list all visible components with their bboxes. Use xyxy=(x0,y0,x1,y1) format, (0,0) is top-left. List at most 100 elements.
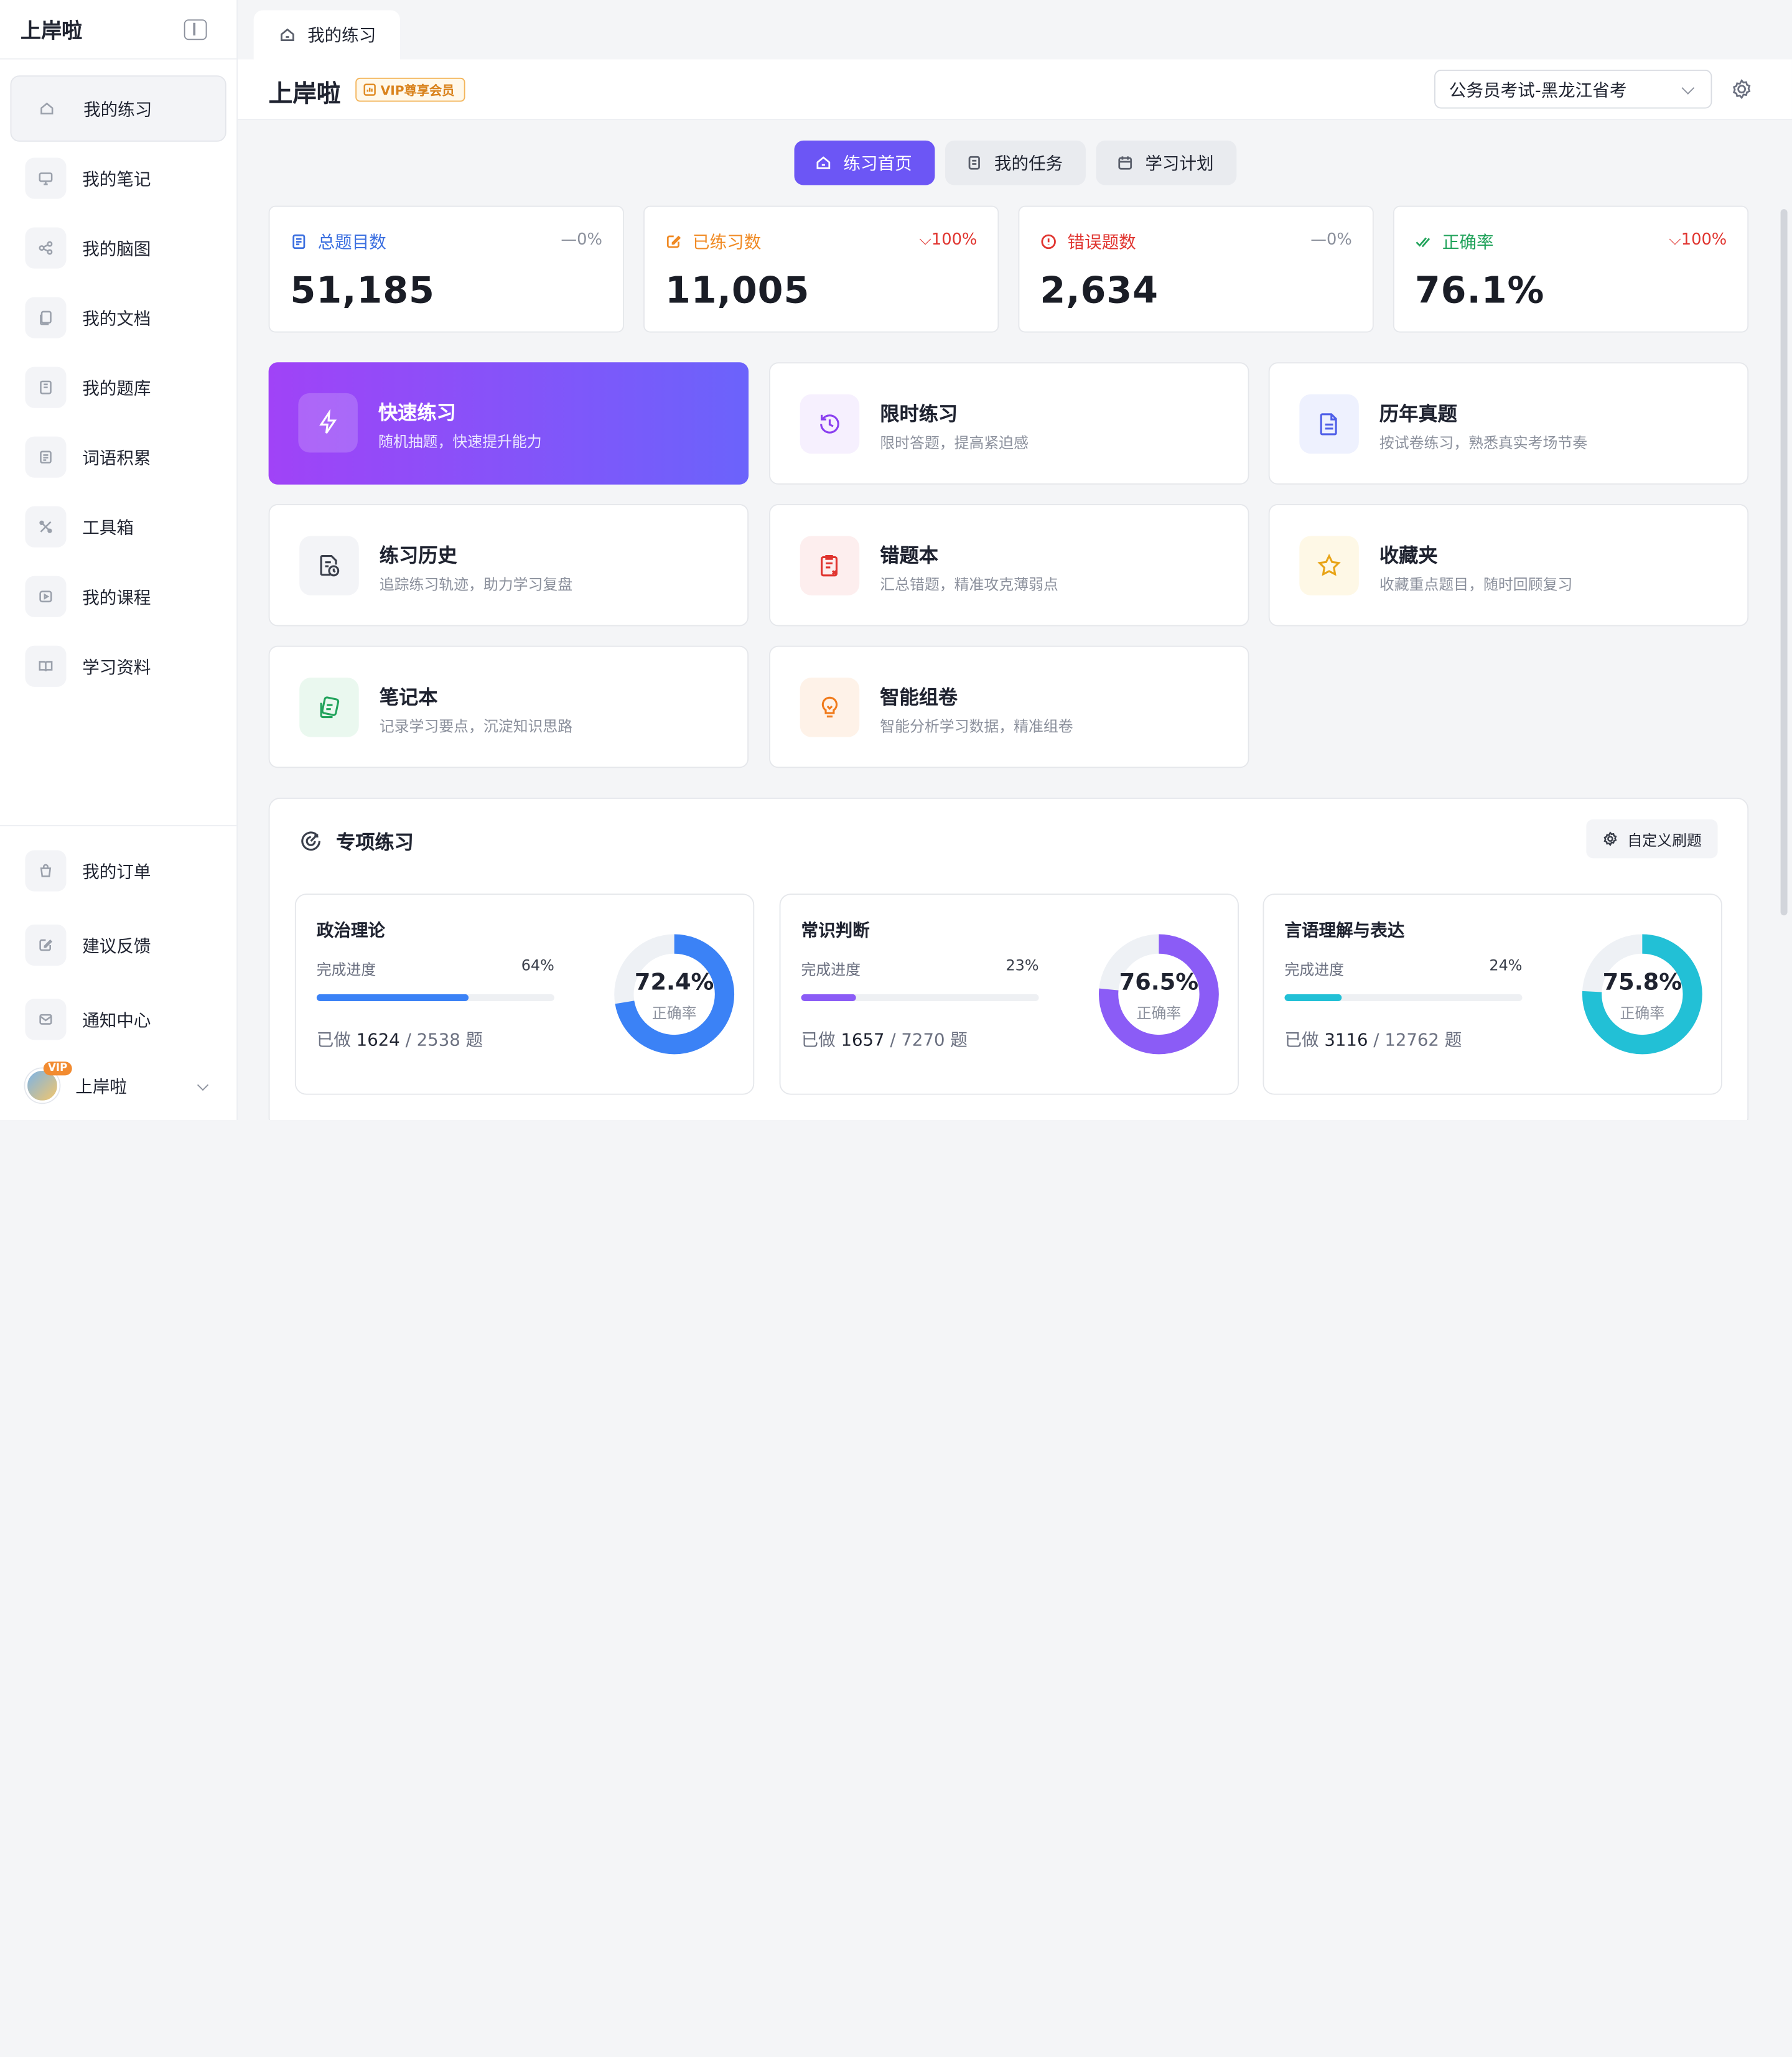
edit-icon xyxy=(666,235,681,248)
done-value: 1657 xyxy=(841,1029,885,1050)
card-practice-history[interactable]: 练习历史 追踪练习轨迹，助力学习复盘 xyxy=(268,503,749,627)
accuracy-label: 正确率 xyxy=(1620,1005,1665,1023)
done-suffix: 题 xyxy=(465,1029,483,1050)
stat-label: 错误题数 xyxy=(1040,230,1136,254)
settings-gear-icon xyxy=(1603,831,1617,846)
sidebar-item-courses[interactable]: 我的课程 xyxy=(11,563,226,630)
special-practice-panel: 专项练习 自定义刷题 政治理论 完成进度 64% 已做 1624 / 2538 … xyxy=(268,798,1749,1120)
bag-icon xyxy=(25,850,67,892)
card-desc: 收藏重点题目，随时回顾复习 xyxy=(1379,577,1573,595)
sidebar-item-label: 我的文档 xyxy=(82,307,151,329)
accuracy-value: 72.4% xyxy=(634,968,714,996)
done-count: 已做 3116 / 12762 题 xyxy=(1284,1027,1462,1052)
card-past-exams[interactable]: 历年真题 按试卷练习，熟悉真实考场节奏 xyxy=(1268,362,1749,485)
custom-practice-button[interactable]: 自定义刷题 xyxy=(1586,819,1718,859)
segment-label: 练习首页 xyxy=(843,153,912,174)
stat-label-text: 正确率 xyxy=(1442,231,1494,253)
sidebar-item-label: 建议反馈 xyxy=(82,935,151,956)
chart-icon xyxy=(363,83,376,96)
tab-my-tasks[interactable]: 我的任务 xyxy=(945,140,1086,185)
card-title: 笔记本 xyxy=(379,686,438,710)
progress-bar xyxy=(316,994,554,1001)
accuracy-value: 76.5% xyxy=(1119,968,1199,996)
vip-badge: VIP xyxy=(43,1061,72,1076)
chevron-down-icon: ⌵ xyxy=(919,231,931,250)
card-favorites[interactable]: 收藏夹 收藏重点题目，随时回顾复习 xyxy=(1268,503,1749,627)
stat-value: 11,005 xyxy=(665,268,810,312)
done-total: / 7270 xyxy=(890,1029,945,1050)
sidebar-collapse-icon[interactable] xyxy=(184,19,207,40)
page-title: 上岸啦 xyxy=(268,80,341,108)
document-icon xyxy=(292,234,306,250)
sidebar-item-label: 工具箱 xyxy=(82,517,134,538)
card-quick-practice[interactable]: 快速练习 随机抽题，快速提升能力 xyxy=(268,362,749,485)
page-scrollbar[interactable] xyxy=(1780,209,1788,916)
sidebar-item-documents[interactable]: 我的文档 xyxy=(11,284,226,351)
monitor-icon xyxy=(25,157,67,199)
card-notebook[interactable]: 笔记本 记录学习要点，沉淀知识思路 xyxy=(268,645,749,768)
sidebar-item-notes[interactable]: 我的笔记 xyxy=(11,145,226,212)
stat-label: 正确率 xyxy=(1415,230,1494,254)
done-count: 已做 1624 / 2538 题 xyxy=(317,1027,483,1052)
sidebar-item-materials[interactable]: 学习资料 xyxy=(11,633,226,700)
clipboard-icon xyxy=(968,156,980,170)
home-icon xyxy=(281,28,294,42)
progress-bar xyxy=(1284,994,1523,1001)
stat-card-total: 总题目数 —0% 51,185 xyxy=(268,205,624,333)
exam-select[interactable]: 公务员考试-黑龙江省考 xyxy=(1434,70,1712,109)
sidebar-item-label: 我的脑图 xyxy=(82,238,151,259)
tab-bar: 我的练习 xyxy=(238,0,1792,60)
done-prefix: 已做 xyxy=(1284,1029,1319,1050)
card-title: 练习历史 xyxy=(379,545,457,568)
done-prefix: 已做 xyxy=(316,1029,351,1050)
sidebar-item-feedback[interactable]: 建议反馈 xyxy=(11,910,226,981)
card-desc: 随机抽题，快速提升能力 xyxy=(378,434,542,452)
subject-card-common-sense[interactable]: 常识判断 完成进度 23% 已做 1657 / 7270 题 76.5% 正确率 xyxy=(779,893,1239,1095)
card-wrong-questions[interactable]: 错题本 汇总错题，精准攻克薄弱点 xyxy=(769,503,1249,627)
sidebar-header: 上岸啦 xyxy=(0,0,237,60)
sidebar-item-practice[interactable]: 我的练习 xyxy=(10,75,226,142)
stat-label-text: 总题目数 xyxy=(317,231,386,253)
progress-percent: 24% xyxy=(1489,958,1523,975)
home-icon xyxy=(26,88,67,129)
settings-gear-icon[interactable] xyxy=(1730,78,1753,101)
done-suffix: 题 xyxy=(1444,1029,1462,1050)
stat-label-text: 已练习数 xyxy=(693,231,762,253)
user-menu[interactable]: VIP 上岸啦 xyxy=(0,1053,236,1117)
done-value: 3116 xyxy=(1324,1029,1368,1050)
progress-label: 完成进度 xyxy=(316,962,376,980)
segment-label: 学习计划 xyxy=(1145,153,1214,174)
clock-history-icon xyxy=(800,394,860,454)
card-desc: 按试卷练习，熟悉真实考场节奏 xyxy=(1379,435,1588,453)
card-smart-paper[interactable]: 智能组卷 智能分析学习数据，精准组卷 xyxy=(769,645,1249,768)
calendar-icon xyxy=(1118,156,1132,170)
subject-card-verbal[interactable]: 言语理解与表达 完成进度 24% 已做 3116 / 12762 题 75.8%… xyxy=(1262,893,1722,1095)
avatar: VIP xyxy=(25,1061,72,1103)
sidebar-item-orders[interactable]: 我的订单 xyxy=(11,836,226,907)
tab-my-practice[interactable]: 我的练习 xyxy=(253,10,400,60)
card-timed-practice[interactable]: 限时练习 限时答题，提高紧迫感 xyxy=(769,362,1249,485)
home-icon xyxy=(816,156,831,169)
card-desc: 追踪练习轨迹，助力学习复盘 xyxy=(379,577,573,595)
stat-value: 51,185 xyxy=(290,268,435,312)
tab-study-plan[interactable]: 学习计划 xyxy=(1096,140,1237,185)
subject-card-politics[interactable]: 政治理论 完成进度 64% 已做 1624 / 2538 题 72.4% 正确率 xyxy=(294,893,755,1095)
custom-practice-button-label: 自定义刷题 xyxy=(1627,833,1702,850)
sidebar-item-vocabulary[interactable]: 词语积累 xyxy=(11,424,226,490)
card-desc: 限时答题，提高紧迫感 xyxy=(880,435,1029,453)
sidebar-nav: 我的练习 我的笔记 我的脑图 我的文档 我的题库 词语积累 工具箱 我的课程 学… xyxy=(0,60,236,700)
sidebar-item-label: 词语积累 xyxy=(82,447,151,469)
stat-label-text: 错误题数 xyxy=(1067,231,1136,253)
tab-practice-home[interactable]: 练习首页 xyxy=(794,140,935,185)
sidebar-item-mindmap[interactable]: 我的脑图 xyxy=(11,215,226,281)
sidebar-item-question-bank[interactable]: 我的题库 xyxy=(11,354,226,421)
stat-delta-text: 100% xyxy=(1681,231,1727,250)
sidebar-item-label: 我的课程 xyxy=(82,587,151,608)
sidebar-item-label: 我的练习 xyxy=(83,98,152,119)
sidebar-item-toolbox[interactable]: 工具箱 xyxy=(11,493,226,560)
sidebar-item-label: 我的订单 xyxy=(82,861,151,882)
stat-value: 76.1% xyxy=(1414,268,1545,312)
sidebar-item-notifications[interactable]: 通知中心 xyxy=(11,984,226,1055)
special-practice-title-text: 专项练习 xyxy=(335,832,414,855)
notes-icon xyxy=(299,678,359,737)
